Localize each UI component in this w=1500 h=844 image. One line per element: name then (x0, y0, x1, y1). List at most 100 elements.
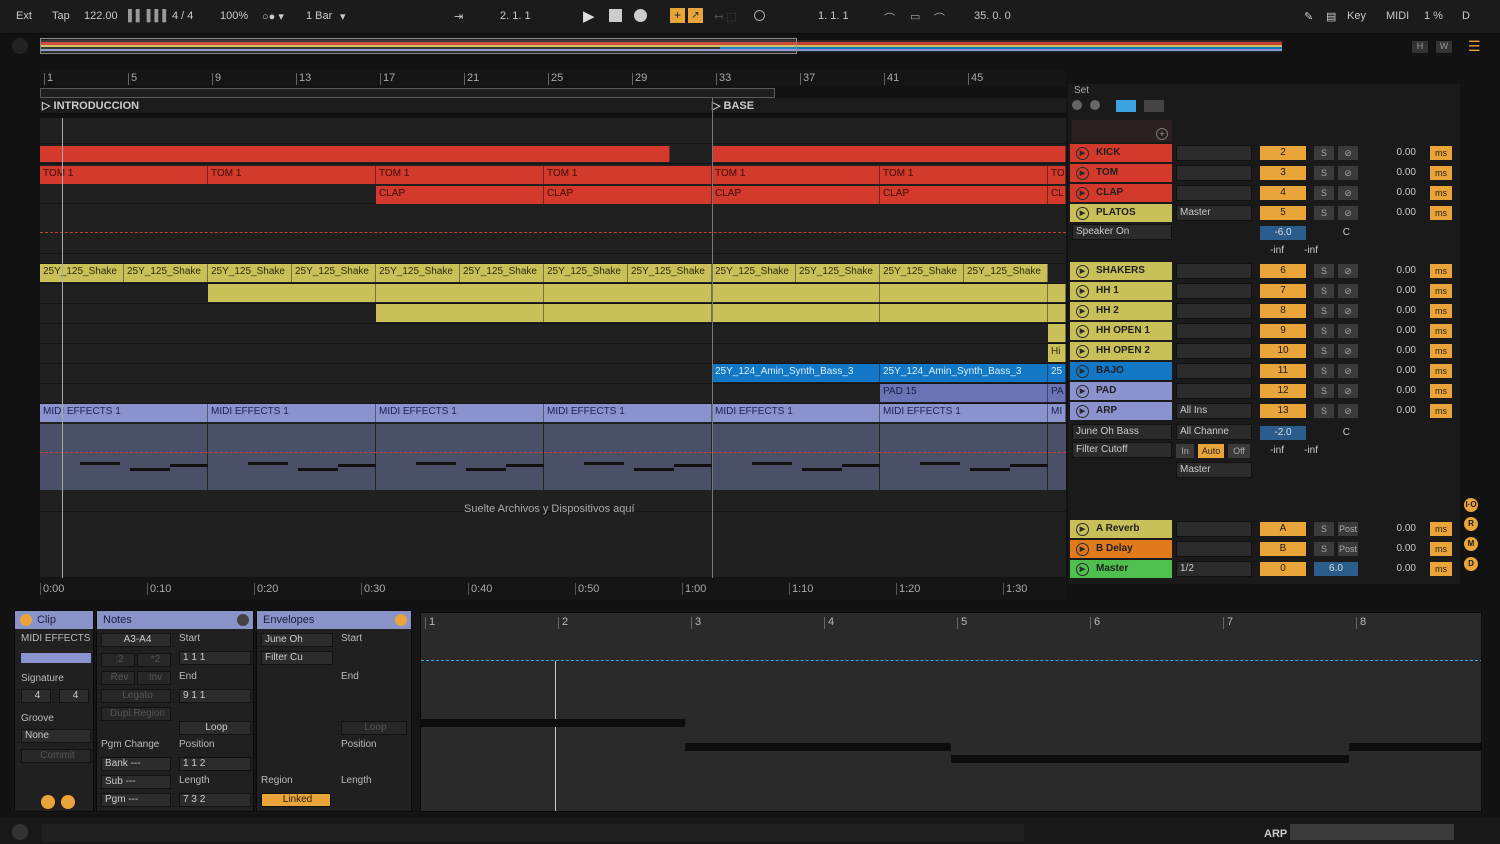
automation-arm-icon[interactable]: ↗ (688, 8, 703, 23)
loop-length-field[interactable]: 35. 0. 0 (974, 10, 1011, 22)
delay-unit-ms[interactable]: ms (1430, 146, 1452, 160)
track-name-hh-1[interactable]: ▶ HH 1 (1070, 282, 1172, 300)
clip-midi-effects[interactable]: MIDI EFFECTS 1 (880, 404, 1048, 422)
stop-icon[interactable] (609, 9, 622, 22)
track-activator[interactable]: 0 (1260, 562, 1306, 576)
track-delay-value[interactable]: 0.00 (1386, 146, 1416, 160)
clip-hh1[interactable] (376, 284, 544, 302)
arm-button[interactable]: Post (1338, 522, 1358, 536)
envelope-editor[interactable]: 1 2 3 4 5 6 7 8 (420, 612, 1482, 812)
track-io[interactable] (1176, 263, 1252, 279)
mixer-orb-icon[interactable]: M (1464, 537, 1478, 551)
clip-midi-effects[interactable]: MIDI EFFECTS 1 (544, 404, 712, 422)
midi-icon[interactable] (41, 795, 55, 809)
track-name-shakers[interactable]: ▶ SHAKERS (1070, 262, 1172, 280)
delay-unit-ms[interactable]: ms (1430, 542, 1452, 556)
clip-clap[interactable]: CLAP (880, 186, 1048, 204)
arm-button[interactable]: ⊘ (1338, 364, 1358, 378)
arm-button[interactable]: ⊘ (1338, 186, 1358, 200)
clip-hh-open1[interactable] (1048, 324, 1066, 342)
track-lane[interactable] (40, 204, 1066, 254)
automation-line[interactable] (40, 452, 1066, 453)
track-delay-value[interactable]: 0.00 (1386, 206, 1416, 220)
clip-midi-body[interactable] (1048, 424, 1066, 490)
track-name-pad[interactable]: ▶ PAD (1070, 382, 1172, 400)
punch-in-icon[interactable]: ⌒ (884, 10, 895, 26)
prev-locator-icon[interactable] (1072, 100, 1082, 110)
track-fold-icon[interactable]: ▶ (1076, 147, 1089, 160)
loop-switch-icon[interactable]: ▭ (910, 10, 920, 23)
note-range[interactable]: A3-A4 (101, 633, 171, 647)
track-name-clap[interactable]: ▶ CLAP (1070, 184, 1172, 202)
clip-hh2[interactable] (712, 304, 880, 322)
arm-button[interactable]: ⊘ (1338, 384, 1358, 398)
sig-numerator[interactable]: 4 (21, 689, 51, 703)
device-chain-overview[interactable] (1290, 824, 1454, 840)
solo-button[interactable]: S (1314, 344, 1334, 358)
play-icon[interactable]: ▶ (583, 7, 595, 25)
clip-shaker[interactable]: 25Y_125_Shake (124, 264, 208, 282)
track-activator[interactable]: 10 (1260, 344, 1306, 358)
track-activator[interactable]: 2 (1260, 146, 1306, 160)
clip-kick[interactable] (40, 146, 670, 162)
envelope-step[interactable] (685, 743, 951, 751)
clip-pad[interactable]: PAD 15 (880, 384, 1048, 402)
clip-midi-effects[interactable]: MIDI EFFECTS 1 (208, 404, 376, 422)
bank-field[interactable]: Bank --- (101, 757, 171, 771)
nudge-icon[interactable]: ▌▌ ▌▌▌ (128, 10, 170, 22)
track-activator[interactable]: 7 (1260, 284, 1306, 298)
env-loop-button[interactable]: Loop (341, 721, 407, 735)
envelope-step[interactable] (421, 719, 685, 727)
clip-bass[interactable]: 25 (1048, 364, 1066, 382)
loop-brace[interactable] (40, 88, 775, 98)
track-delay-value[interactable]: 0.00 (1386, 324, 1416, 338)
clip-color[interactable] (21, 653, 91, 663)
clip-tom[interactable]: TOM 1 (880, 166, 1048, 184)
clip-shaker[interactable]: 25Y_125_Shake (460, 264, 544, 282)
solo-button[interactable]: S (1314, 404, 1334, 418)
solo-button[interactable]: S (1314, 146, 1334, 160)
delay-orb-icon[interactable]: D (1464, 557, 1478, 571)
position-field[interactable]: 1 1 2 (179, 757, 251, 771)
arm-button[interactable]: ⊘ (1338, 304, 1358, 318)
lock-icon[interactable] (1144, 100, 1164, 112)
arm-button[interactable]: ⊘ (1338, 146, 1358, 160)
commit-button[interactable]: Commit (21, 749, 91, 763)
clip-midi-body[interactable] (544, 424, 712, 490)
track-activator[interactable]: 8 (1260, 304, 1306, 318)
arm-button[interactable]: ⊘ (1338, 344, 1358, 358)
overdub-icon[interactable]: + (670, 8, 685, 23)
arm-button[interactable]: ⊘ (1338, 264, 1358, 278)
track-name-hh-open-2[interactable]: ▶ HH OPEN 2 (1070, 342, 1172, 360)
inv-button[interactable]: Inv (137, 671, 171, 685)
clip-tom[interactable]: TOM 1 (40, 166, 208, 184)
clip-shaker[interactable]: 25Y_125_Shake (628, 264, 712, 282)
pan-platos[interactable]: -6.0 (1260, 226, 1306, 240)
solo-button[interactable]: S (1314, 264, 1334, 278)
fold-icon[interactable] (1116, 100, 1136, 112)
delay-unit-ms[interactable]: ms (1430, 304, 1452, 318)
beat-time-ruler[interactable]: 1 5 9 13 17 21 25 29 33 37 41 45 (40, 70, 1066, 86)
sig-denominator[interactable]: 4 (59, 689, 89, 703)
next-locator-icon[interactable] (1090, 100, 1100, 110)
delay-unit-ms[interactable]: ms (1430, 206, 1452, 220)
clip-shaker[interactable]: 25Y_125_Shake (964, 264, 1048, 282)
arp-channel-select[interactable]: All Channe (1176, 424, 1252, 440)
time-signature-field[interactable]: 4 / 4 (172, 10, 193, 22)
envelopes-tab[interactable]: Envelopes (257, 611, 411, 629)
launch-icon[interactable] (61, 795, 75, 809)
arm-button[interactable]: ⊘ (1338, 404, 1358, 418)
overview-toggle-icon[interactable] (12, 38, 28, 54)
delay-unit-ms[interactable]: ms (1430, 404, 1452, 418)
sub-field[interactable]: Sub --- (101, 775, 171, 789)
track-name-b-delay[interactable]: ▶ B Delay (1070, 540, 1172, 558)
solo-button[interactable]: S (1314, 384, 1334, 398)
track-lane[interactable] (40, 344, 1066, 364)
track-delay-value[interactable]: 0.00 (1386, 562, 1416, 576)
clip-midi-body[interactable] (40, 424, 208, 490)
track-lane[interactable] (40, 254, 1066, 264)
delay-unit-ms[interactable]: ms (1430, 344, 1452, 358)
delay-unit-ms[interactable]: ms (1430, 186, 1452, 200)
track-io[interactable] (1176, 303, 1252, 319)
overview-selection[interactable] (40, 38, 797, 54)
